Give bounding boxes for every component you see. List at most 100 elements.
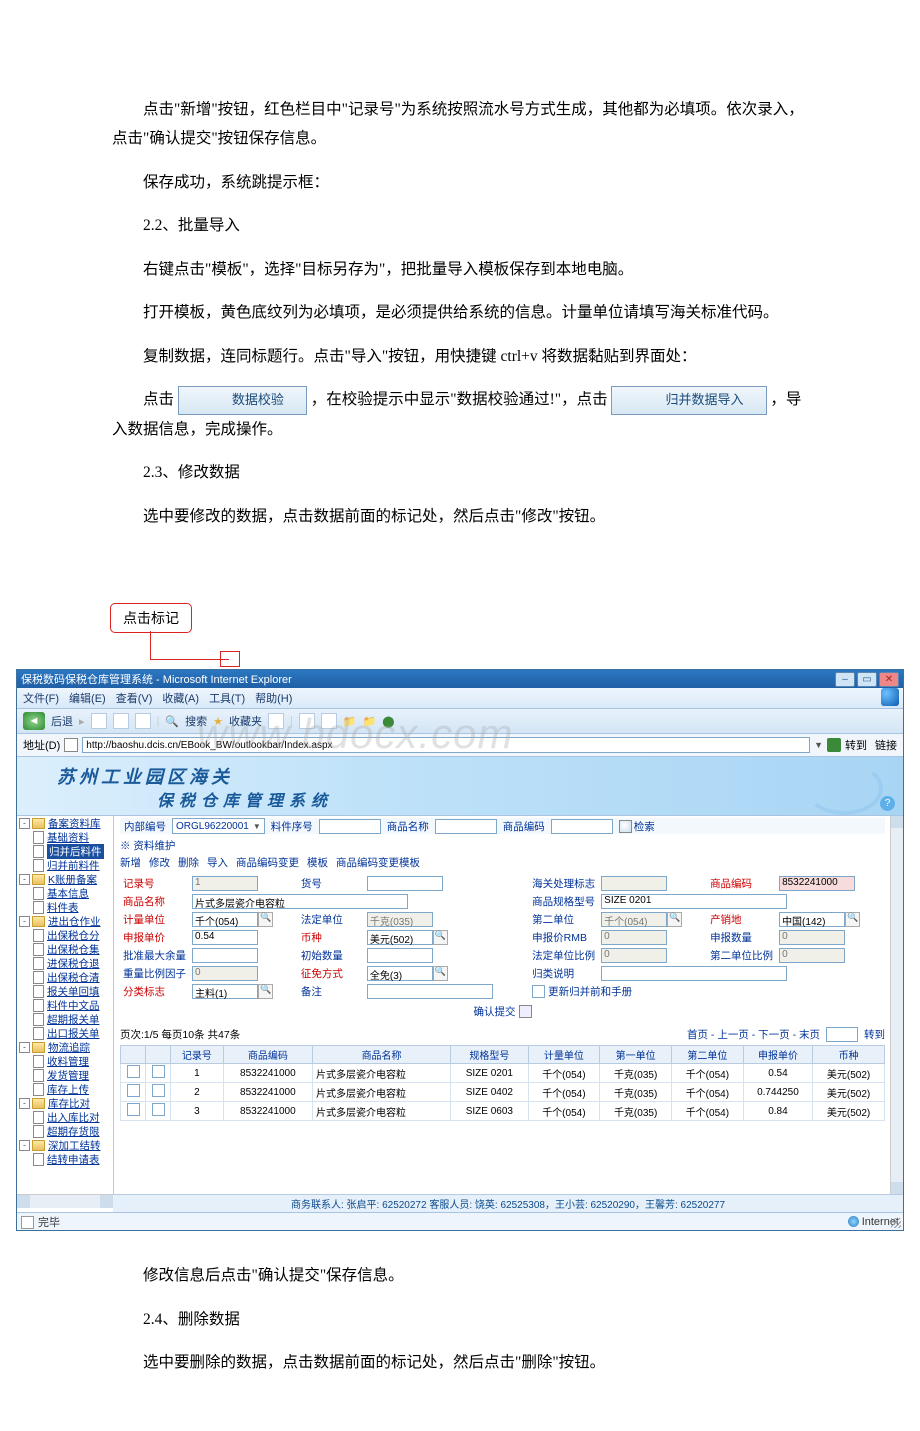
lookup-icon[interactable] xyxy=(433,966,448,981)
sidebar-item[interactable]: 料件中文品 xyxy=(47,998,100,1013)
resize-handle[interactable] xyxy=(891,1218,901,1228)
lookup-icon[interactable] xyxy=(845,912,860,927)
input[interactable]: 片式多层瓷介电容粒 xyxy=(192,894,408,909)
row-checkbox[interactable] xyxy=(127,1084,140,1097)
menu-favorites[interactable]: 收藏(A) xyxy=(162,690,199,706)
filter-input[interactable] xyxy=(551,819,613,834)
input[interactable] xyxy=(367,876,443,891)
row-checkbox[interactable] xyxy=(152,1084,165,1097)
merge-import-button[interactable]: 归并数据导入 xyxy=(611,386,766,415)
col-header[interactable]: 币种 xyxy=(813,1046,885,1064)
sidebar-item[interactable]: 深加工结转 xyxy=(48,1138,101,1153)
col-header[interactable]: 规格型号 xyxy=(451,1046,528,1064)
sidebar-item[interactable]: 超期报关单 xyxy=(47,1012,100,1027)
col-header[interactable]: 第一单位 xyxy=(600,1046,672,1064)
input[interactable]: 千个(054) xyxy=(192,912,258,927)
search-label[interactable]: 搜索 xyxy=(185,713,207,729)
favorites-icon[interactable]: ★ xyxy=(213,715,223,728)
menu-file[interactable]: 文件(F) xyxy=(23,690,59,706)
help-icon[interactable]: ? xyxy=(880,796,895,811)
input[interactable]: 8532241000 xyxy=(779,876,855,891)
pager-jump[interactable]: 转到 xyxy=(864,1027,885,1042)
sidebar-hscroll[interactable] xyxy=(17,1194,113,1208)
sidebar-item[interactable]: 超期存货限 xyxy=(47,1124,100,1139)
col-header[interactable]: 商品名称 xyxy=(312,1046,450,1064)
refresh-icon[interactable] xyxy=(113,713,129,729)
sidebar-item-selected[interactable]: 归并后料件 xyxy=(47,844,104,859)
col-header[interactable]: 计量单位 xyxy=(528,1046,600,1064)
input[interactable]: 千个(054) xyxy=(601,912,667,927)
menu-edit[interactable]: 编辑(E) xyxy=(69,690,106,706)
op-delete[interactable]: 删除 xyxy=(178,855,199,870)
input[interactable]: SIZE 0201 xyxy=(601,894,787,909)
home-icon[interactable] xyxy=(135,713,151,729)
sidebar-item[interactable]: 料件表 xyxy=(47,900,79,915)
sidebar-item[interactable]: 归并前料件 xyxy=(47,858,100,873)
folder-icon[interactable]: 📁 xyxy=(343,715,357,728)
op-codechange-tpl[interactable]: 商品编码变更模板 xyxy=(336,855,420,870)
sidebar-item[interactable]: 出保税仓集 xyxy=(47,942,100,957)
filter-input[interactable] xyxy=(319,819,381,834)
filter-input[interactable] xyxy=(435,819,497,834)
sidebar-item[interactable]: K账册备案 xyxy=(48,872,97,887)
back-label[interactable]: 后退 xyxy=(51,713,73,729)
search-icon[interactable]: 🔍 xyxy=(165,715,179,728)
sidebar-item[interactable]: 库存比对 xyxy=(48,1096,90,1111)
op-template[interactable]: 模板 xyxy=(307,855,328,870)
input[interactable] xyxy=(367,948,433,963)
lookup-icon[interactable] xyxy=(258,984,273,999)
sidebar-item[interactable]: 基础资料 xyxy=(47,830,89,845)
go-label[interactable]: 转到 xyxy=(845,737,867,753)
menu-help[interactable]: 帮助(H) xyxy=(255,690,292,706)
col-header[interactable]: 记录号 xyxy=(171,1046,224,1064)
pager-nav[interactable]: 首页 - 上一页 - 下一页 - 末页 xyxy=(687,1027,820,1042)
input[interactable] xyxy=(367,984,493,999)
sidebar-item[interactable]: 进出仓作业 xyxy=(48,914,101,929)
row-checkbox[interactable] xyxy=(152,1103,165,1116)
reorg-checkbox[interactable] xyxy=(532,985,545,998)
table-row[interactable]: 38532241000片式多层瓷介电容粒SIZE 0603千个(054)千克(0… xyxy=(121,1102,885,1121)
sidebar-item[interactable]: 进保税仓退 xyxy=(47,956,100,971)
input[interactable]: 美元(502) xyxy=(367,930,433,945)
col-header[interactable]: 申报单价 xyxy=(743,1046,812,1064)
sidebar-item[interactable]: 收料管理 xyxy=(47,1054,89,1069)
mail-icon[interactable] xyxy=(299,713,315,729)
back-button[interactable]: ◄ xyxy=(23,712,45,730)
lookup-icon[interactable] xyxy=(433,930,448,945)
input[interactable]: 中国(142) xyxy=(779,912,845,927)
vertical-scrollbar[interactable] xyxy=(890,816,903,1194)
search-button[interactable]: 检索 xyxy=(619,819,655,834)
input[interactable] xyxy=(601,966,787,981)
table-row[interactable]: 18532241000片式多层瓷介电容粒SIZE 0201千个(054)千克(0… xyxy=(121,1064,885,1083)
sidebar-item[interactable]: 库存上传 xyxy=(47,1082,89,1097)
sidebar-item[interactable]: 发货管理 xyxy=(47,1068,89,1083)
pager-input[interactable] xyxy=(826,1027,858,1042)
col-header[interactable]: 商品编码 xyxy=(223,1046,312,1064)
op-modify[interactable]: 修改 xyxy=(149,855,170,870)
print-icon[interactable] xyxy=(321,713,337,729)
menu-view[interactable]: 查看(V) xyxy=(116,690,153,706)
sidebar-item[interactable]: 结转申请表 xyxy=(47,1152,100,1167)
sidebar-item[interactable]: 出保税仓清 xyxy=(47,970,100,985)
sidebar-item[interactable]: 备案资料库 xyxy=(48,816,101,831)
col-header[interactable]: 第二单位 xyxy=(672,1046,744,1064)
op-import[interactable]: 导入 xyxy=(207,855,228,870)
menu-tools[interactable]: 工具(T) xyxy=(209,690,245,706)
op-codechange[interactable]: 商品编码变更 xyxy=(236,855,299,870)
validate-data-button[interactable]: 数据校验 xyxy=(178,386,307,415)
sidebar-item[interactable]: 基本信息 xyxy=(47,886,89,901)
links-label[interactable]: 链接 xyxy=(875,737,897,753)
row-checkbox[interactable] xyxy=(152,1065,165,1078)
close-button[interactable]: ✕ xyxy=(879,672,899,687)
sidebar-item[interactable]: 出入库比对 xyxy=(47,1110,100,1125)
sidebar-item[interactable]: 报关单回填 xyxy=(47,984,100,999)
lookup-icon[interactable] xyxy=(667,912,682,927)
input[interactable] xyxy=(192,948,258,963)
row-checkbox[interactable] xyxy=(127,1065,140,1078)
submit-button[interactable]: 确认提交 xyxy=(120,1004,885,1019)
table-row[interactable]: 28532241000片式多层瓷介电容粒SIZE 0402千个(054)千克(0… xyxy=(121,1083,885,1102)
maximize-button[interactable]: ▭ xyxy=(857,672,877,687)
row-checkbox[interactable] xyxy=(127,1103,140,1116)
forward-icon[interactable]: ▸ xyxy=(79,715,85,728)
input[interactable]: 全免(3) xyxy=(367,966,433,981)
